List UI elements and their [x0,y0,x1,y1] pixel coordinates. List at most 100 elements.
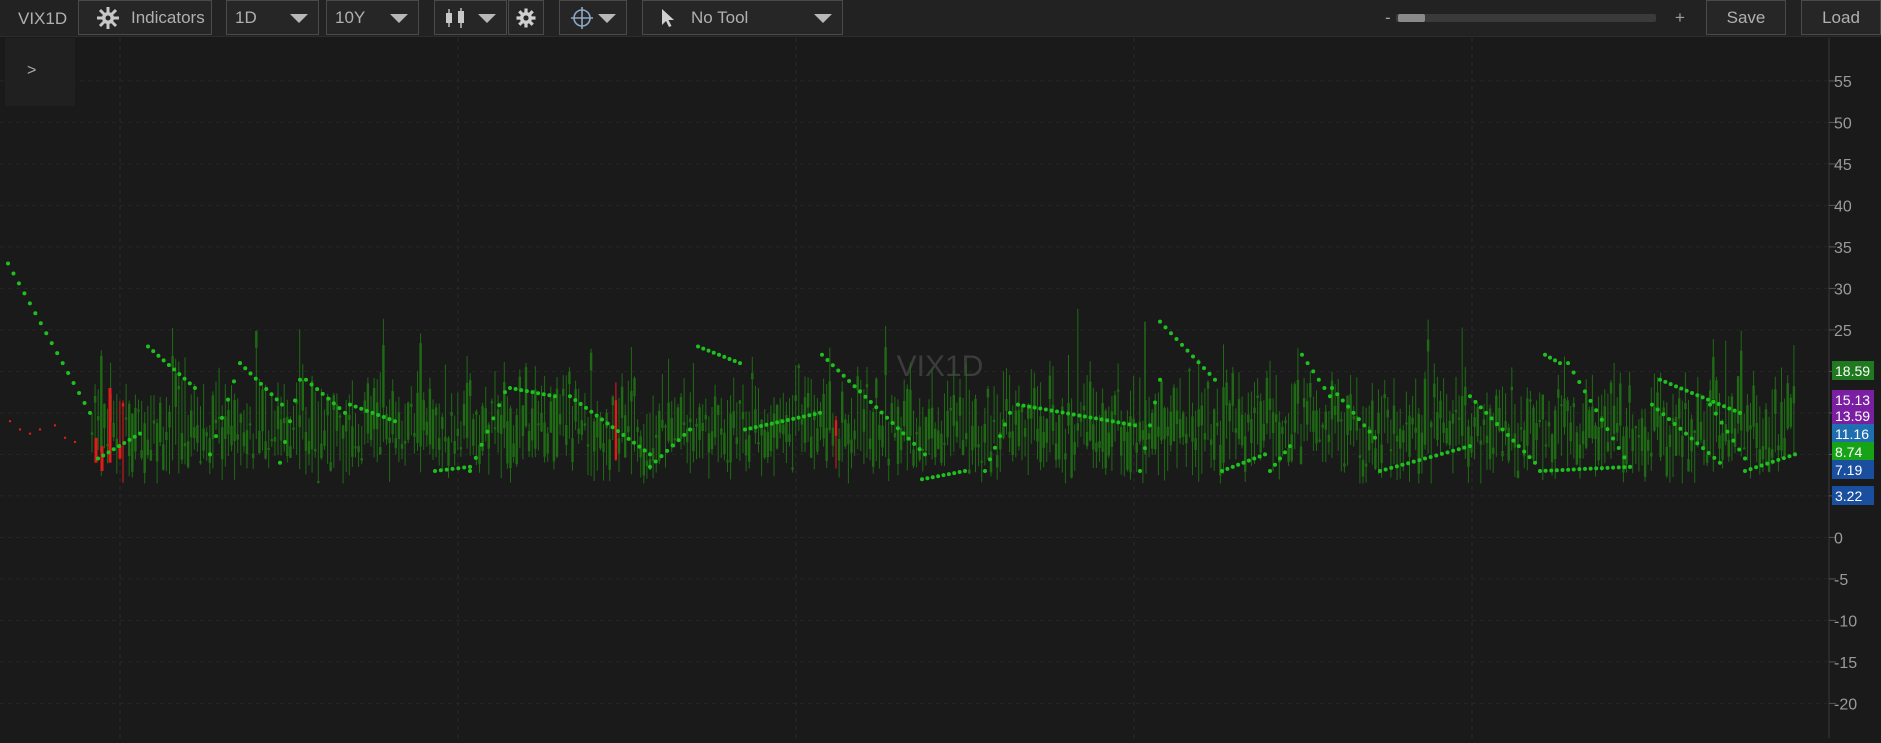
side-panel-toggle[interactable]: > [5,38,75,106]
zoom-out-button[interactable]: - [1385,8,1391,28]
psar-dot [238,361,242,366]
psar-dot [573,398,578,403]
psar-dot [182,376,187,381]
psar-dot [1127,422,1132,427]
candle-body [1476,406,1479,437]
psar-dot [1335,392,1340,397]
candle-body [899,428,903,451]
psar-dot [1577,379,1582,384]
psar-dot [117,444,121,449]
candle-body [1216,422,1219,427]
psar-dot [1781,456,1786,461]
candle-body [1761,446,1765,460]
candle-body [152,420,156,424]
candle-body [422,400,425,431]
price-badge-label: 3.22 [1835,488,1862,504]
candle-body [1231,372,1234,406]
psar-dot [1434,453,1439,458]
psar-dot [232,379,236,384]
candle-body [856,376,859,391]
candle-body [878,425,881,440]
psar-dot [524,389,529,394]
candle-body [292,427,295,430]
psar-dot [648,452,652,457]
candle-body [1312,410,1315,432]
psar-dot [600,417,604,422]
candle-body [301,379,304,411]
drawing-tool-select[interactable]: No Tool [642,0,843,35]
psar-dot [722,354,727,359]
candle-body [806,392,810,408]
crosshair-select[interactable] [559,0,627,35]
candle-body [645,460,649,467]
candle-body [1783,437,1786,456]
psar-dot [1708,402,1712,407]
psar-dot [280,402,284,407]
psar-dot [1658,377,1662,382]
candle-body [450,412,453,416]
psar-dot [364,408,369,413]
psar-dot [1094,416,1098,421]
candle-body [496,409,500,433]
candle-body [788,434,791,442]
psar-dot [946,472,951,477]
psar-dot [906,436,911,441]
chart-area[interactable]: VIX1D 5550454035302520151050-5-10-15-20 … [0,38,1881,743]
psar-dot [96,456,100,461]
chart-settings-button[interactable] [508,0,544,35]
indicators-button[interactable]: Indicators [78,0,212,35]
save-button[interactable]: Save [1706,0,1786,35]
candle-body [487,424,490,449]
psar-dot [187,381,192,386]
candle-body [980,460,983,463]
price-badge-label: 8.74 [1835,444,1862,460]
interval-select[interactable]: 1D [226,0,319,35]
zoom-slider-thumb[interactable] [1398,14,1425,22]
psar-dot [491,416,496,421]
candle-body [1265,377,1269,424]
symbol-label[interactable]: VIX1D [18,9,67,29]
candle-body [261,389,264,432]
psar-dot [1722,404,1726,409]
psar-dot [1043,407,1048,412]
candle-body [233,400,236,442]
psar-dot [462,465,467,470]
candle-body [726,460,729,463]
candle-body [385,413,388,440]
candle-body [208,438,211,463]
candle-body [317,481,320,484]
candle-body [896,406,900,464]
psar-dot [785,418,790,423]
candle-body [438,437,441,450]
candle-body [1392,405,1396,434]
candle-body [462,403,466,426]
psar-dot [1684,431,1688,436]
psar-dot [670,443,675,448]
psar-dot [1543,352,1547,357]
range-select[interactable]: 10Y [326,0,419,35]
candle-body [1643,426,1647,477]
candle-body [890,403,893,424]
chart-type-select[interactable] [434,0,507,35]
candle-body [155,423,159,462]
zoom-slider[interactable] [1396,14,1656,22]
psar-dot [1672,421,1677,426]
psar-dot [1674,384,1678,389]
psar-dot [1718,460,1722,465]
psar-dot [456,466,461,471]
zoom-in-button[interactable]: + [1675,8,1685,28]
psar-dot [1725,429,1730,434]
candle-body [1017,410,1021,447]
psar-dot [1505,433,1510,438]
psar-dot [101,453,106,458]
psar-dot [1716,402,1721,407]
load-button[interactable]: Load [1801,0,1881,35]
candle-body [447,438,450,466]
price-chart[interactable]: VIX1D 5550454035302520151050-5-10-15-20 … [0,38,1881,738]
candle-body [989,451,993,473]
candle-body [1185,433,1188,444]
candle-body [689,418,692,423]
chevron-down-icon [478,14,496,23]
psar-dot [1719,420,1724,425]
cursor-arrow-icon [662,8,674,27]
